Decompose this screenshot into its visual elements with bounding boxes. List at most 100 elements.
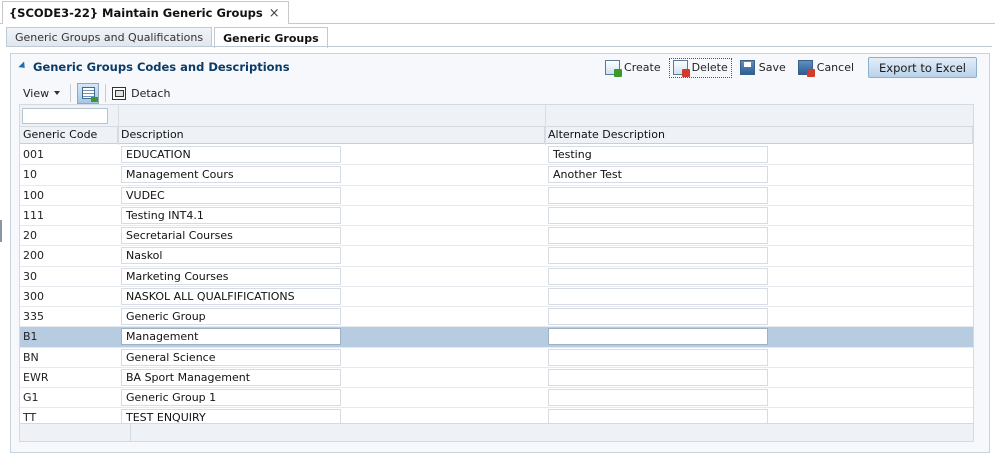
cancel-button[interactable]: Cancel <box>794 58 858 78</box>
table-footer <box>20 423 973 441</box>
toolbar-separator <box>70 84 72 102</box>
delete-icon <box>672 60 690 77</box>
alternate-description-field[interactable] <box>548 287 768 305</box>
generic-code-cell: EWR <box>23 370 49 384</box>
generic-code-cell: 335 <box>23 310 44 324</box>
column-header-generic-code[interactable]: Generic Code <box>20 127 118 144</box>
filter-row <box>20 105 973 127</box>
alternate-description-field[interactable] <box>548 368 768 386</box>
alternate-description-field[interactable] <box>548 267 768 285</box>
generic-code-cell: B1 <box>23 330 38 344</box>
panel-title: Generic Groups Codes and Descriptions <box>33 60 290 74</box>
view-menu-label: View <box>23 86 50 100</box>
table-row[interactable]: 111 Testing INT4.1 <box>20 205 973 226</box>
generic-code-cell: BN <box>23 350 39 364</box>
view-menu[interactable]: View <box>19 87 64 100</box>
table-body: 001 EDUCATION Testing 10 Management Cour… <box>20 145 973 429</box>
grid-toolbar: View Detach <box>19 82 974 104</box>
detach-label: Detach <box>131 86 171 100</box>
panel-header[interactable]: Generic Groups Codes and Descriptions <box>18 60 290 74</box>
delete-button[interactable]: Delete <box>668 57 732 78</box>
generic-code-cell: G1 <box>23 391 39 405</box>
generic-code-cell: 30 <box>23 269 37 283</box>
generic-code-cell: 100 <box>23 188 44 202</box>
table-row[interactable]: G1 Generic Group 1 <box>20 388 973 409</box>
generic-code-cell: 111 <box>23 208 44 222</box>
description-field[interactable]: Naskol <box>121 247 341 265</box>
app-window: {SCODE3-22} Maintain Generic Groups × Ge… <box>0 0 995 458</box>
alternate-description-field[interactable] <box>548 389 768 407</box>
alternate-description-field[interactable] <box>548 186 768 204</box>
table-row[interactable]: 200 Naskol <box>20 246 973 267</box>
description-field[interactable]: VUDEC <box>121 186 341 204</box>
table-row[interactable]: EWR BA Sport Management <box>20 367 973 388</box>
document-tab[interactable]: {SCODE3-22} Maintain Generic Groups × <box>2 1 289 24</box>
collapse-icon[interactable] <box>18 60 28 71</box>
subtab-divider <box>6 46 992 47</box>
table-row[interactable]: 300 NASKOL ALL QUALFIFICATIONS <box>20 286 973 307</box>
table-header: Generic Code Description Alternate Descr… <box>20 127 973 144</box>
tab-generic-groups[interactable]: Generic Groups <box>214 27 328 48</box>
alternate-description-field[interactable] <box>548 308 768 326</box>
create-label: Create <box>624 61 661 74</box>
table-row[interactable]: 335 Generic Group <box>20 307 973 328</box>
generic-code-cell: 20 <box>23 229 37 243</box>
table-row[interactable]: 001 EDUCATION Testing <box>20 145 973 166</box>
toolbar-separator <box>105 84 107 102</box>
generic-code-cell: 300 <box>23 289 44 303</box>
table-row-selected[interactable]: B1 Management <box>20 327 973 348</box>
splitter-handle[interactable] <box>0 220 2 242</box>
subtab-bar: Generic Groups and Qualifications Generi… <box>6 27 330 48</box>
table-row[interactable]: 10 Management Cours Another Test <box>20 165 973 186</box>
close-icon[interactable]: × <box>269 6 280 21</box>
description-field[interactable]: Testing INT4.1 <box>121 206 341 224</box>
create-button[interactable]: Create <box>601 58 665 78</box>
detach-icon <box>112 86 127 100</box>
cancel-label: Cancel <box>816 61 855 74</box>
cancel-icon <box>797 60 815 77</box>
generic-code-cell: 10 <box>23 168 37 182</box>
description-field[interactable]: Secretarial Courses <box>121 227 341 245</box>
detach-button[interactable]: Detach <box>112 86 171 100</box>
alternate-description-field[interactable] <box>548 247 768 265</box>
save-button[interactable]: Save <box>736 58 790 78</box>
document-tab-bar: {SCODE3-22} Maintain Generic Groups × <box>0 0 995 24</box>
table-row[interactable]: 30 Marketing Courses <box>20 266 973 287</box>
query-by-example-button[interactable] <box>77 82 100 104</box>
query-by-example-icon <box>81 87 98 102</box>
create-icon <box>605 60 623 77</box>
generic-code-cell: 200 <box>23 249 44 263</box>
alternate-description-field[interactable] <box>548 328 768 346</box>
generic-code-cell: 001 <box>23 148 44 162</box>
document-tab-title: {SCODE3-22} Maintain Generic Groups <box>9 6 263 20</box>
description-field[interactable]: BA Sport Management <box>121 368 341 386</box>
description-field[interactable]: EDUCATION <box>121 146 341 164</box>
description-field[interactable]: Marketing Courses <box>121 267 341 285</box>
delete-label: Delete <box>691 61 728 74</box>
alternate-description-field[interactable] <box>548 206 768 224</box>
description-field[interactable]: Generic Group 1 <box>121 389 341 407</box>
description-field[interactable]: Generic Group <box>121 308 341 326</box>
save-icon <box>739 60 755 75</box>
description-field[interactable]: General Science <box>121 348 341 366</box>
alternate-description-field[interactable]: Testing <box>548 146 768 164</box>
description-field[interactable]: Management Cours <box>121 166 341 184</box>
generic-groups-table: Generic Code Description Alternate Descr… <box>19 104 974 442</box>
save-label: Save <box>758 61 786 74</box>
column-header-alternate-description[interactable]: Alternate Description <box>545 127 973 144</box>
footer-divider <box>130 424 131 441</box>
alternate-description-field[interactable]: Another Test <box>548 166 768 184</box>
description-field[interactable]: NASKOL ALL QUALFIFICATIONS <box>121 287 341 305</box>
alternate-description-field[interactable] <box>548 227 768 245</box>
column-header-description[interactable]: Description <box>118 127 545 144</box>
table-row[interactable]: 20 Secretarial Courses <box>20 226 973 247</box>
alternate-description-field[interactable] <box>548 348 768 366</box>
chevron-down-icon <box>54 91 61 95</box>
export-to-excel-button[interactable]: Export to Excel <box>868 57 977 78</box>
table-row[interactable]: 100 VUDEC <box>20 185 973 206</box>
tab-generic-groups-and-qualifications[interactable]: Generic Groups and Qualifications <box>6 27 213 47</box>
description-field[interactable]: Management <box>121 328 341 346</box>
generic-groups-panel: Generic Groups Codes and Descriptions Cr… <box>10 53 990 453</box>
generic-code-filter-input[interactable] <box>22 108 108 124</box>
table-row[interactable]: BN General Science <box>20 347 973 368</box>
